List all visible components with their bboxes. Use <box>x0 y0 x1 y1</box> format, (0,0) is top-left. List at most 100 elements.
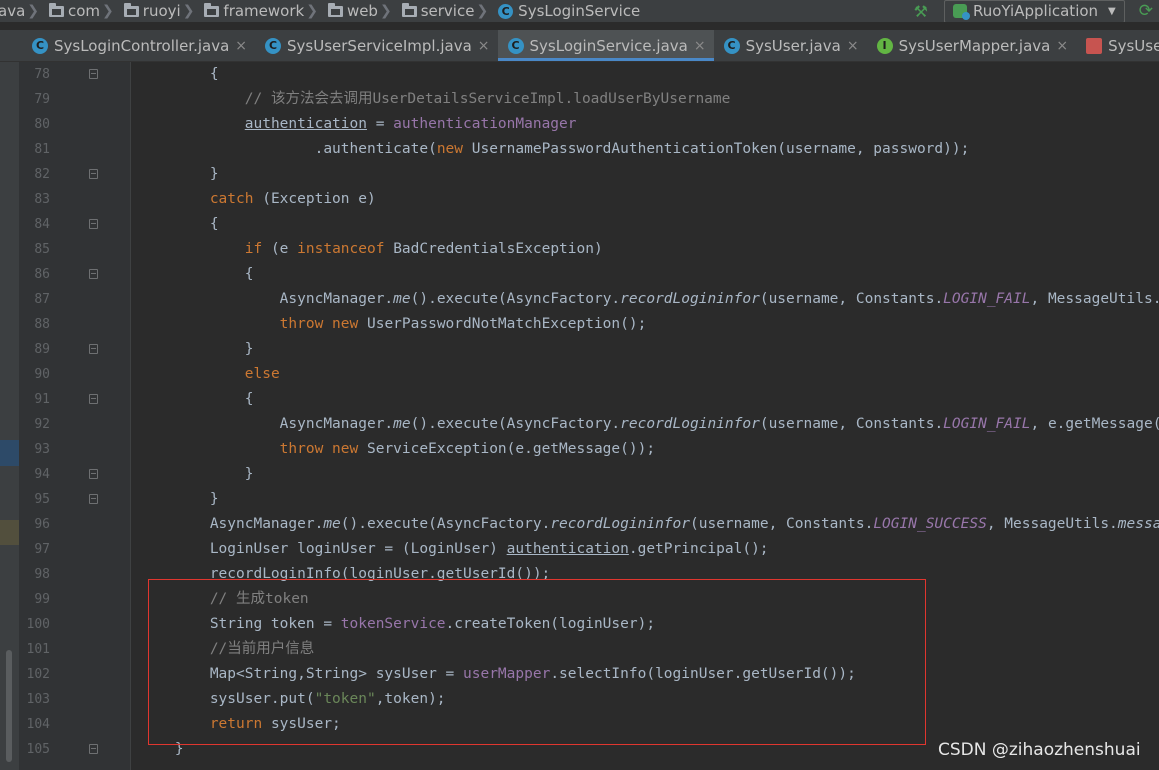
fold-marker-icon[interactable] <box>89 219 98 229</box>
code-line[interactable]: 91 { <box>0 387 1159 412</box>
code-line[interactable]: 88 throw new UserPasswordNotMatchExceptio… <box>0 312 1159 337</box>
close-icon[interactable]: × <box>235 38 247 54</box>
code-text: { <box>140 387 254 412</box>
fold-marker-icon[interactable] <box>89 494 98 504</box>
tab-label: SysUserMapper.java <box>898 36 1051 55</box>
close-icon[interactable]: × <box>478 38 490 54</box>
code-token: LoginUser loginUser = (LoginUser) <box>209 541 507 557</box>
code-text: authentication = authenticationManager <box>140 112 577 137</box>
code-token: LOGIN_FAIL <box>943 416 1031 432</box>
code-line[interactable]: 97 LoginUser loginUser = (LoginUser) auth… <box>0 537 1159 562</box>
code-text: AsyncManager.me().execute(AsyncFactory.r… <box>140 412 1159 437</box>
code-token: // 该方法会去调用UserDetailsServiceImpl.loadUse… <box>244 91 731 107</box>
breadcrumb-item[interactable]: ava <box>0 2 25 20</box>
line-number: 100 <box>26 617 50 632</box>
breadcrumb-item[interactable]: service <box>401 2 474 20</box>
code-token: UserPasswordNotMatchException(); <box>366 316 647 332</box>
class-icon: C <box>265 37 282 54</box>
code-token: recordLoginInfo(loginUser.getUserId()); <box>209 566 551 582</box>
fold-marker-icon[interactable] <box>89 394 98 404</box>
code-line[interactable]: 84 { <box>0 212 1159 237</box>
rerun-icon[interactable]: ⟳ <box>1139 1 1153 21</box>
code-token: me <box>323 516 341 532</box>
fold-marker-icon[interactable] <box>89 344 98 354</box>
tab-sysuser-java[interactable]: C SysUser.java × <box>714 30 867 61</box>
code-text: { <box>140 62 219 87</box>
breadcrumb-item[interactable]: framework <box>204 2 304 20</box>
fold-marker-icon[interactable] <box>89 744 98 754</box>
close-icon[interactable]: × <box>694 38 706 54</box>
code-line[interactable]: 101 //当前用户信息 <box>0 637 1159 662</box>
fold-marker-icon[interactable] <box>89 269 98 279</box>
code-line[interactable]: 93 throw new ServiceException(e.getMessag… <box>0 437 1159 462</box>
code-token: me <box>393 416 411 432</box>
breadcrumb-label: ruoyi <box>142 2 181 20</box>
class-icon: C <box>498 3 514 19</box>
code-token: Map<String,String> sysUser = <box>209 666 463 682</box>
tab-sysloginservice-java[interactable]: C SysLoginService.java × <box>497 30 714 61</box>
code-line[interactable]: 99 // 生成token <box>0 587 1159 612</box>
code-line[interactable]: 78 { <box>0 62 1159 87</box>
code-line[interactable]: 79 // 该方法会去调用UserDetailsServiceImpl.loadU… <box>0 87 1159 112</box>
code-line[interactable]: 86 { <box>0 262 1159 287</box>
code-line[interactable]: 82} <box>0 162 1159 187</box>
tab-sysuserserviceimpl-java[interactable]: C SysUserServiceImpl.java × <box>255 30 498 61</box>
code-line[interactable]: 96 AsyncManager.me().execute(AsyncFactory… <box>0 512 1159 537</box>
code-token: throw new <box>279 441 367 457</box>
code-text: } <box>140 337 254 362</box>
line-number: 87 <box>34 292 50 307</box>
close-icon[interactable]: × <box>847 38 859 54</box>
code-token: , MessageUtils. <box>1030 291 1159 307</box>
breadcrumb-item[interactable]: C SysLoginService <box>498 2 640 20</box>
tab-sysusermapper-java[interactable]: I SysUserMapper.java × <box>867 30 1077 61</box>
chevron-right-icon: ❯ <box>182 3 195 19</box>
code-token: new <box>436 141 472 157</box>
breadcrumb-item[interactable]: com <box>49 2 100 20</box>
code-text: LoginUser loginUser = (LoginUser) authen… <box>140 537 769 562</box>
code-line[interactable]: 89} <box>0 337 1159 362</box>
tab-label: SysLoginService.java <box>529 36 688 55</box>
breadcrumb-item[interactable]: ruoyi <box>123 2 181 20</box>
fold-marker-icon[interactable] <box>89 169 98 179</box>
line-number: 101 <box>26 642 50 657</box>
fold-marker-icon[interactable] <box>89 469 98 479</box>
code-line[interactable]: 95} <box>0 487 1159 512</box>
close-icon[interactable]: × <box>1056 38 1068 54</box>
code-line[interactable]: 102 Map<String,String> sysUser = userMapp… <box>0 662 1159 687</box>
chevron-down-icon: ▼ <box>1108 5 1116 17</box>
code-token: } <box>244 466 254 482</box>
line-number: 105 <box>26 742 50 757</box>
build-hammer-icon[interactable]: ⚒ <box>914 2 928 21</box>
chevron-right-icon: ❯ <box>102 3 114 19</box>
code-line[interactable]: 104 return sysUser; <box>0 712 1159 737</box>
navigation-bar: ava ❯ com ❯ ruoyi ❯ framework ❯ web ❯ service ❯ C Sys… <box>0 0 1159 23</box>
code-text: } <box>140 462 254 487</box>
code-line[interactable]: 94} <box>0 462 1159 487</box>
code-token: ().execute(AsyncFactory. <box>410 416 621 432</box>
code-line[interactable]: 90 else <box>0 362 1159 387</box>
code-token: LOGIN_FAIL <box>943 291 1031 307</box>
breadcrumb-item[interactable]: web <box>327 2 378 20</box>
code-token: authenticationManager <box>393 116 577 132</box>
code-line[interactable]: 92 AsyncManager.me().execute(AsyncFactory… <box>0 412 1159 437</box>
code-line[interactable]: 98 recordLoginInfo(loginUser.getUserId())… <box>0 562 1159 587</box>
code-line[interactable]: 80 authentication = authenticationManager <box>0 112 1159 137</box>
tab-sysuserm[interactable]: SysUserM <box>1076 30 1159 61</box>
line-number: 90 <box>34 367 50 382</box>
code-line[interactable]: 85 if (e instanceof BadCredentialsExcepti… <box>0 237 1159 262</box>
code-line[interactable]: 87 AsyncManager.me().execute(AsyncFactory… <box>0 287 1159 312</box>
code-text: .authenticate(new UsernamePasswordAuthen… <box>140 137 970 162</box>
code-line[interactable]: 83 catch (Exception e) <box>0 187 1159 212</box>
code-line[interactable]: 81 .authenticate(new UsernamePasswordAuth… <box>0 137 1159 162</box>
code-token: authentication <box>244 116 367 132</box>
run-configuration-dropdown[interactable]: RuoYiApplication ▼ <box>944 0 1125 22</box>
code-token: // 生成token <box>209 591 309 607</box>
code-token: instanceof <box>297 241 394 257</box>
code-token: ().execute(AsyncFactory. <box>340 516 551 532</box>
tab-syslogincontroller-java[interactable]: C SysLoginController.java × <box>0 30 255 61</box>
code-token: } <box>174 741 184 757</box>
code-line[interactable]: 103 sysUser.put("token",token); <box>0 687 1159 712</box>
code-editor[interactable]: 78 {79 // 该方法会去调用UserDetailsServiceImpl.lo… <box>0 62 1159 770</box>
code-line[interactable]: 100 String token = tokenService.createTok… <box>0 612 1159 637</box>
fold-marker-icon[interactable] <box>89 69 98 79</box>
